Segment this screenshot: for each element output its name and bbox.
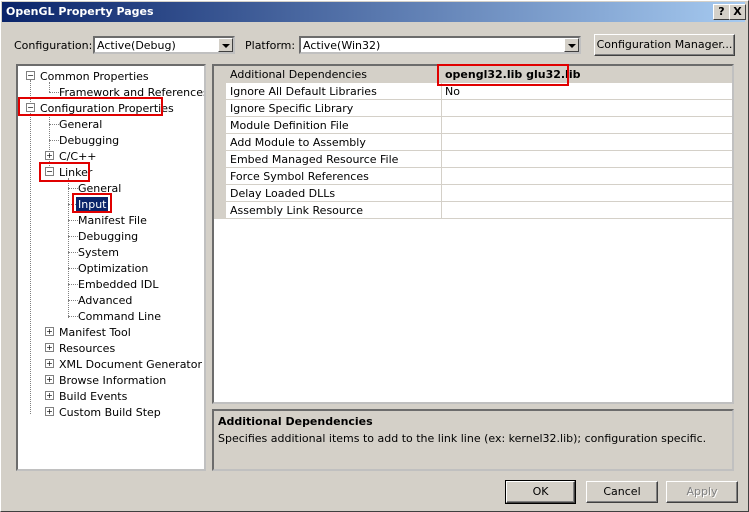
tree-item-linker-manifest-file[interactable]: Manifest File <box>78 214 147 227</box>
highlight-linker <box>39 162 90 182</box>
configuration-value: Active(Debug) <box>97 39 176 52</box>
description-pane: Additional Dependencies Specifies additi… <box>212 409 734 471</box>
tree-item-custom-build-step[interactable]: Custom Build Step <box>59 406 161 419</box>
highlight-configuration-properties <box>18 97 163 116</box>
property-name: Add Module to Assembly <box>230 136 366 149</box>
window-title: OpenGL Property Pages <box>6 5 154 18</box>
chevron-down-icon[interactable] <box>218 38 233 52</box>
collapse-icon[interactable]: − <box>26 71 35 80</box>
tree-item-linker-debugging[interactable]: Debugging <box>78 230 138 243</box>
tree-item-manifest-tool[interactable]: Manifest Tool <box>59 326 131 339</box>
property-name: Additional Dependencies <box>230 68 368 81</box>
configuration-manager-button[interactable]: Configuration Manager... <box>594 34 735 56</box>
property-value[interactable]: No <box>445 85 460 98</box>
apply-button[interactable]: Apply <box>666 481 738 503</box>
property-name: Ignore All Default Libraries <box>230 85 377 98</box>
ok-button[interactable]: OK <box>505 480 576 504</box>
property-row[interactable]: Force Symbol References <box>214 168 732 185</box>
property-row[interactable]: Ignore Specific Library <box>214 100 732 117</box>
property-name: Delay Loaded DLLs <box>230 187 336 200</box>
property-grid: Additional Dependencies opengl32.lib glu… <box>212 64 734 404</box>
expand-icon[interactable]: + <box>45 391 54 400</box>
chevron-down-icon[interactable] <box>564 38 579 52</box>
description-text: Specifies additional items to add to the… <box>218 432 707 445</box>
tree-item-common-properties[interactable]: Common Properties <box>40 70 149 83</box>
platform-value: Active(Win32) <box>303 39 381 52</box>
property-name: Assembly Link Resource <box>230 204 363 217</box>
title-bar: OpenGL Property Pages ? X <box>2 2 746 22</box>
expand-icon[interactable]: + <box>45 359 54 368</box>
tree-item-linker-command-line[interactable]: Command Line <box>78 310 161 323</box>
close-button[interactable]: X <box>729 4 746 20</box>
help-button[interactable]: ? <box>713 4 730 20</box>
description-title: Additional Dependencies <box>218 415 373 428</box>
expand-icon[interactable]: + <box>45 327 54 336</box>
tree-item-linker-optimization[interactable]: Optimization <box>78 262 148 275</box>
tree-item-debugging[interactable]: Debugging <box>59 134 119 147</box>
configuration-label: Configuration: <box>14 39 93 52</box>
platform-dropdown[interactable]: Active(Win32) <box>299 36 581 54</box>
property-name: Module Definition File <box>230 119 349 132</box>
highlight-input <box>72 193 112 213</box>
expand-icon[interactable]: + <box>45 375 54 384</box>
tree-item-linker-embedded-idl[interactable]: Embedded IDL <box>78 278 158 291</box>
property-row[interactable]: Module Definition File <box>214 117 732 134</box>
property-pages-window: OpenGL Property Pages ? X Configuration:… <box>0 0 749 512</box>
property-row[interactable]: Embed Managed Resource File <box>214 151 732 168</box>
property-tree: − Common Properties Framework and Refere… <box>16 64 206 471</box>
property-row[interactable]: Delay Loaded DLLs <box>214 185 732 202</box>
tree-item-build-events[interactable]: Build Events <box>59 390 127 403</box>
property-name: Force Symbol References <box>230 170 369 183</box>
expand-icon[interactable]: + <box>45 343 54 352</box>
cancel-button[interactable]: Cancel <box>586 481 658 503</box>
tree-item-linker-system[interactable]: System <box>78 246 119 259</box>
property-row[interactable]: Assembly Link Resource <box>214 202 732 219</box>
platform-label: Platform: <box>245 39 296 52</box>
expand-icon[interactable]: + <box>45 151 54 160</box>
tree-item-resources[interactable]: Resources <box>59 342 115 355</box>
configuration-dropdown[interactable]: Active(Debug) <box>93 36 235 54</box>
tree-item-general[interactable]: General <box>59 118 102 131</box>
property-name: Embed Managed Resource File <box>230 153 399 166</box>
property-name: Ignore Specific Library <box>230 102 354 115</box>
expand-icon[interactable]: + <box>45 407 54 416</box>
tree-item-xml-document-generator[interactable]: XML Document Generator <box>59 358 202 371</box>
tree-item-linker-advanced[interactable]: Advanced <box>78 294 132 307</box>
highlight-additional-dependencies-value <box>437 64 569 86</box>
tree-item-browse-information[interactable]: Browse Information <box>59 374 166 387</box>
property-row[interactable]: Add Module to Assembly <box>214 134 732 151</box>
